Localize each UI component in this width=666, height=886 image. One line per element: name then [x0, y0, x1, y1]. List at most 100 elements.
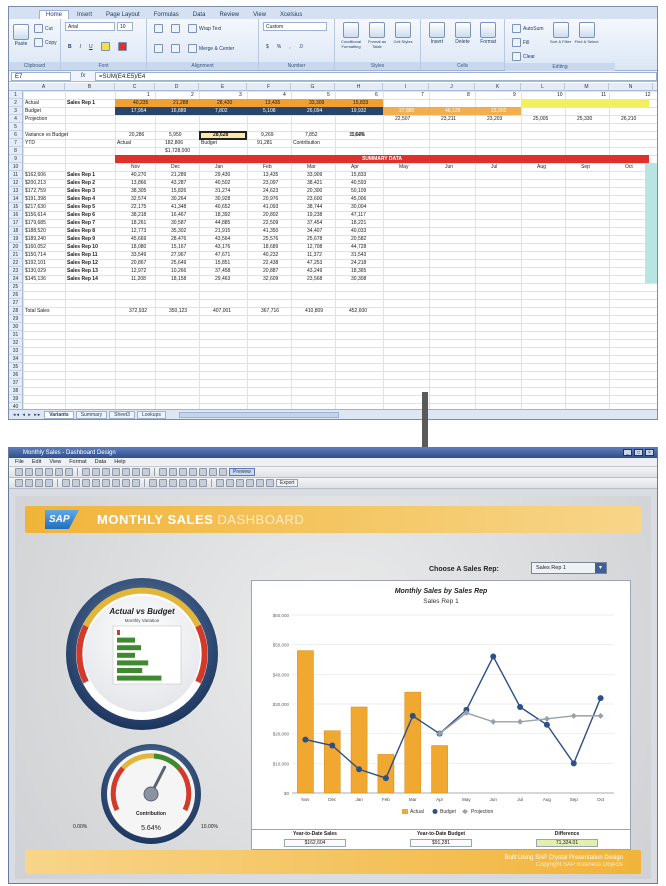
cell[interactable]: 32,574: [131, 195, 146, 203]
cell[interactable]: 27,885: [399, 107, 414, 115]
column-header[interactable]: D: [155, 83, 199, 91]
sheet-tab-lookups[interactable]: Lookups: [136, 410, 166, 419]
toolbar-tool-icon[interactable]: [102, 479, 110, 487]
row-header[interactable]: 34: [9, 355, 22, 363]
font-size-select[interactable]: 10: [117, 22, 133, 31]
toolbar-tool-icon[interactable]: [132, 468, 140, 476]
cell[interactable]: 452,600: [349, 307, 367, 315]
cell[interactable]: 20,802: [263, 211, 278, 219]
sales-rep-dropdown[interactable]: Sales Rep 1 ▾: [531, 562, 607, 574]
sheet-tab-variants[interactable]: Variants: [44, 410, 74, 419]
cell[interactable]: 20,286: [129, 131, 144, 139]
cell[interactable]: 40,232: [263, 251, 278, 259]
toolbar-tool-icon[interactable]: [112, 468, 120, 476]
cell[interactable]: $200,213: [25, 179, 46, 187]
cell[interactable]: 28,476: [171, 235, 186, 243]
row-header[interactable]: 6: [9, 131, 22, 139]
row-header[interactable]: 29: [9, 315, 22, 323]
cell[interactable]: $179,685: [25, 219, 46, 227]
menu-format[interactable]: Format: [69, 458, 86, 466]
cell[interactable]: 13,866: [131, 179, 146, 187]
align-top-button[interactable]: [151, 22, 166, 35]
row-header[interactable]: 26: [9, 291, 22, 299]
toolbar-tool-icon[interactable]: [15, 468, 23, 476]
row-header[interactable]: 3: [9, 107, 22, 115]
cell[interactable]: 24,623: [263, 187, 278, 195]
toolbar-tool-icon[interactable]: [55, 468, 63, 476]
toolbar-tool-icon[interactable]: [209, 468, 217, 476]
cell[interactable]: Sales Rep 8: [67, 227, 95, 235]
toolbar-tool-icon[interactable]: [169, 479, 177, 487]
row-header[interactable]: 17: [9, 219, 22, 227]
cell[interactable]: 13,435: [263, 171, 278, 179]
toolbar-tool-icon[interactable]: [246, 479, 254, 487]
cell[interactable]: 38,744: [307, 203, 322, 211]
menu-help[interactable]: Help: [114, 458, 125, 466]
comma-button[interactable]: ,: [286, 42, 293, 52]
cell[interactable]: Sales Rep 7: [67, 219, 95, 227]
row-header[interactable]: 19: [9, 235, 22, 243]
row-header[interactable]: 33: [9, 347, 22, 355]
cell[interactable]: 18,392: [215, 211, 230, 219]
row-header[interactable]: 32: [9, 339, 22, 347]
cell[interactable]: 5.64%: [351, 131, 365, 139]
row-header[interactable]: 31: [9, 331, 22, 339]
row-header[interactable]: 8: [9, 147, 22, 155]
name-box[interactable]: E7: [11, 71, 71, 81]
cell[interactable]: 11: [601, 91, 606, 99]
cell[interactable]: 10,266: [171, 267, 186, 275]
wrap-text-button[interactable]: Wrap Text: [185, 22, 224, 35]
column-header[interactable]: B: [65, 83, 115, 91]
ribbon-tab-insert[interactable]: Insert: [71, 11, 98, 19]
column-header[interactable]: K: [475, 83, 521, 91]
cell[interactable]: 40,270: [131, 171, 146, 179]
row-header[interactable]: 12: [9, 179, 22, 187]
cell[interactable]: $156,614: [25, 211, 46, 219]
function-icon[interactable]: fx: [75, 73, 91, 79]
cell[interactable]: Jul: [491, 163, 497, 171]
cell[interactable]: 18,365: [351, 267, 366, 275]
cell-area[interactable]: SUMMARY DATASales Rep 1123456789101112Ac…: [23, 91, 657, 411]
preview-button[interactable]: Preview: [229, 468, 255, 476]
cell[interactable]: 31,274: [215, 187, 230, 195]
cell[interactable]: 19,932: [351, 107, 366, 115]
row-header[interactable]: 15: [9, 203, 22, 211]
cell[interactable]: Oct: [625, 163, 633, 171]
cell[interactable]: 47,253: [307, 259, 322, 267]
find-select-button[interactable]: Find & Select: [575, 22, 599, 44]
cell[interactable]: 11,208: [131, 275, 146, 283]
sheet-tab-sheet3[interactable]: Sheet3: [109, 410, 135, 419]
cell[interactable]: $188,520: [25, 227, 46, 235]
cell[interactable]: 4: [283, 91, 286, 99]
currency-button[interactable]: $: [263, 42, 272, 52]
ribbon-tab-view[interactable]: View: [247, 11, 272, 19]
toolbar-tool-icon[interactable]: [122, 479, 130, 487]
italic-button[interactable]: I: [77, 42, 84, 52]
cell[interactable]: 18,158: [171, 275, 186, 283]
cell[interactable]: 37,454: [307, 219, 322, 227]
cell[interactable]: 9: [513, 91, 516, 99]
toolbar-tool-icon[interactable]: [65, 468, 73, 476]
toolbar-tool-icon[interactable]: [35, 479, 43, 487]
cell[interactable]: $145,136: [25, 275, 46, 283]
column-header[interactable]: F: [247, 83, 291, 91]
cell[interactable]: 40,652: [215, 203, 230, 211]
cell[interactable]: 410,809: [305, 307, 323, 315]
cell[interactable]: 35,302: [171, 227, 186, 235]
cell[interactable]: Projection: [25, 115, 47, 123]
cell[interactable]: 37,458: [215, 267, 230, 275]
paste-button[interactable]: Paste: [13, 24, 29, 47]
row-header[interactable]: 14: [9, 195, 22, 203]
toolbar-tool-icon[interactable]: [256, 479, 264, 487]
cell[interactable]: 30,928: [215, 195, 230, 203]
merge-center-button[interactable]: Merge & Center: [185, 42, 237, 55]
cell[interactable]: 91,281: [257, 139, 272, 147]
bold-button[interactable]: B: [65, 42, 75, 52]
underline-button[interactable]: U: [86, 42, 96, 52]
row-header[interactable]: 28: [9, 307, 22, 315]
cell[interactable]: 25,330: [577, 115, 592, 123]
cell[interactable]: Sales Rep 9: [67, 235, 95, 243]
cell[interactable]: 26,210: [621, 115, 636, 123]
cell[interactable]: 24,218: [351, 259, 366, 267]
horizontal-scrollbar[interactable]: [178, 411, 339, 418]
